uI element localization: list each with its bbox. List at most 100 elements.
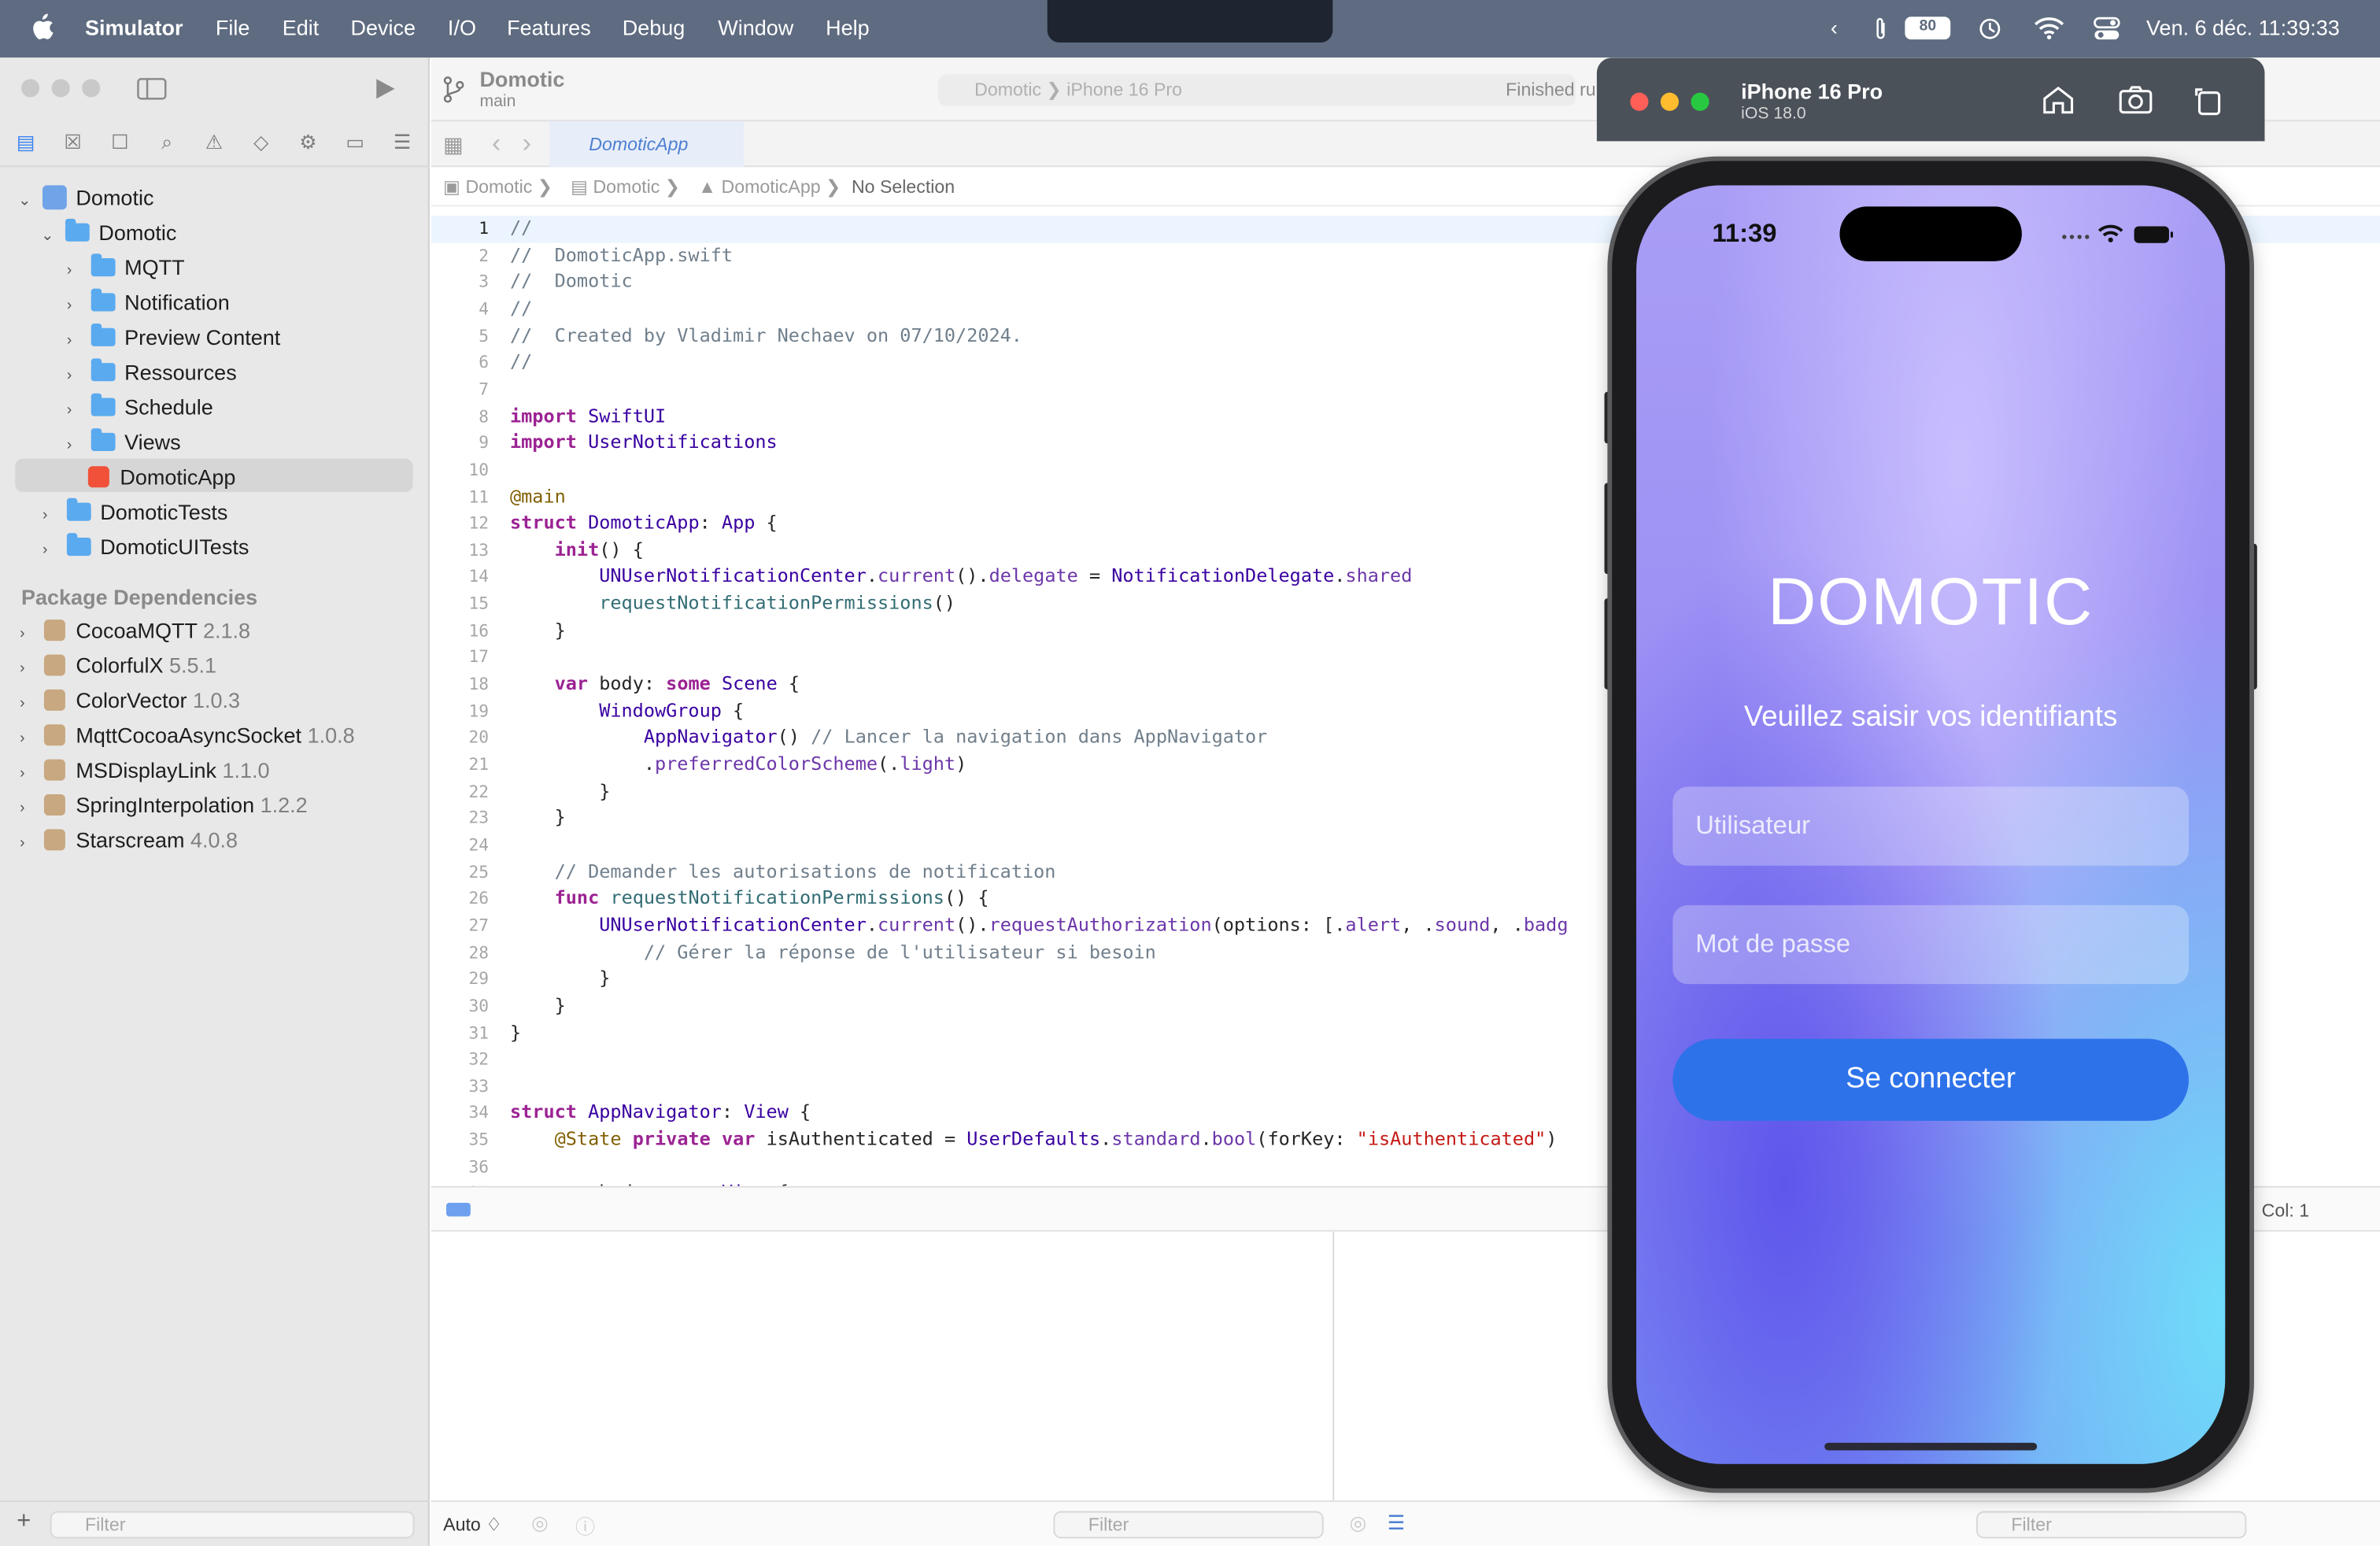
chevron-right-icon[interactable]: ›	[67, 368, 82, 384]
clock-icon[interactable]	[1978, 17, 2002, 41]
run-icon[interactable]	[375, 77, 396, 100]
tree-item-folder[interactable]: › DomoticUITests	[42, 530, 249, 563]
tree-item-folder[interactable]: › DomoticTests	[42, 495, 227, 528]
grid-icon[interactable]: ▦	[443, 132, 464, 158]
login-button[interactable]: Se connecter	[1672, 1038, 2190, 1121]
chevron-right-icon[interactable]: ›	[42, 508, 57, 523]
source-control-icon[interactable]: ☒	[61, 131, 85, 155]
menu-io[interactable]: I/O	[448, 15, 476, 39]
variables-scope-select[interactable]: Auto ♢	[443, 1515, 502, 1536]
menu-window[interactable]: Window	[718, 15, 793, 39]
tree-item-folder[interactable]: › Views	[67, 425, 181, 458]
menu-edit[interactable]: Edit	[283, 15, 320, 39]
window-zoom-button[interactable]	[82, 79, 101, 98]
chevron-down-icon[interactable]: ⌄	[41, 228, 56, 244]
package-item[interactable]: › SpringInterpolation 1.2.2	[20, 788, 308, 821]
chevron-right-icon[interactable]: ›	[20, 661, 35, 677]
home-indicator[interactable]	[1824, 1442, 2038, 1451]
chevron-right-icon[interactable]: ›	[20, 627, 35, 642]
tree-item-folder[interactable]: › Ressources	[67, 355, 237, 388]
screenshot-icon[interactable]	[2119, 85, 2153, 116]
password-field[interactable]: Mot de passe	[1672, 904, 2190, 985]
menu-debug[interactable]: Debug	[623, 15, 686, 39]
menu-file[interactable]: File	[216, 15, 250, 39]
apple-icon[interactable]	[31, 13, 55, 41]
menu-help[interactable]: Help	[826, 15, 870, 39]
window-minimize-button[interactable]	[51, 79, 70, 98]
console-toggle-icon[interactable]: ☰	[1388, 1511, 1405, 1536]
tree-item-folder[interactable]: › Preview Content	[67, 320, 280, 353]
breadcrumb-item[interactable]: ▲ DomoticApp ❯	[698, 167, 841, 206]
console-filter-input[interactable]: Filter	[1976, 1511, 2247, 1539]
test-icon[interactable]: ◇	[249, 131, 273, 155]
paperclip-icon[interactable]	[1873, 17, 1888, 41]
eye-icon[interactable]: ◎	[531, 1511, 549, 1536]
package-item[interactable]: › ColorfulX 5.5.1	[20, 649, 216, 682]
chevron-right-icon[interactable]: ›	[20, 836, 35, 852]
menu-device[interactable]: Device	[351, 15, 416, 39]
chevron-right-icon[interactable]: ›	[67, 403, 82, 419]
sidebar-toggle-icon[interactable]	[137, 77, 168, 100]
tree-item-group[interactable]: ⌄ Domotic	[41, 216, 176, 249]
warning-icon[interactable]: ⚠	[202, 131, 227, 155]
search-icon[interactable]: ⌕	[155, 131, 179, 155]
console-divider[interactable]	[1332, 1231, 1335, 1546]
branch-name[interactable]: main	[479, 93, 516, 111]
branch-icon[interactable]	[443, 76, 464, 103]
eye-icon[interactable]: ◎	[1350, 1511, 1367, 1536]
simulator-minimize-button[interactable]	[1660, 92, 1680, 111]
simulator-close-button[interactable]	[1630, 92, 1649, 111]
bookmark-icon[interactable]: ☐	[108, 131, 132, 155]
breadcrumb-item[interactable]: No Selection	[852, 167, 955, 206]
menu-app-name[interactable]: Simulator	[85, 15, 183, 39]
package-item[interactable]: › ColorVector 1.0.3	[20, 683, 240, 716]
scheme-name[interactable]: Domotic	[479, 67, 564, 91]
folder-navigator-icon[interactable]: ▤	[13, 131, 38, 155]
wifi-icon[interactable]	[2034, 17, 2064, 39]
tree-item-folder[interactable]: › Notification	[67, 286, 230, 319]
variables-filter-input[interactable]: Filter	[1053, 1511, 1324, 1539]
report-icon[interactable]: ☰	[390, 131, 415, 155]
chevron-left-icon[interactable]: ‹	[1831, 15, 1838, 39]
tree-item-folder[interactable]: › Schedule	[67, 390, 213, 423]
navigator-filter-input[interactable]: Filter	[50, 1511, 415, 1539]
chevron-down-icon[interactable]: ⌄	[18, 194, 33, 209]
breakpoint-toggle-icon[interactable]	[446, 1203, 471, 1217]
chevron-right-icon[interactable]: ›	[42, 543, 57, 559]
tree-item-file-selected[interactable]: DomoticApp	[87, 460, 235, 494]
chevron-right-icon[interactable]: ›	[67, 264, 82, 279]
rotate-icon[interactable]	[2192, 85, 2225, 116]
back-icon[interactable]: ‹	[492, 128, 501, 160]
chevron-right-icon[interactable]: ›	[67, 298, 82, 314]
tree-item-project[interactable]: ⌄ Domotic	[18, 181, 153, 214]
chevron-right-icon[interactable]: ›	[67, 438, 82, 454]
breadcrumb-item[interactable]: ▤ Domotic ❯	[571, 167, 680, 206]
menu-features[interactable]: Features	[507, 15, 591, 39]
tab-domoticapp[interactable]: DomoticApp	[549, 121, 745, 168]
menubar-datetime[interactable]: Ven. 6 déc. 11:39:33	[2146, 15, 2340, 39]
forward-icon[interactable]: ›	[522, 128, 531, 160]
add-icon[interactable]: +	[17, 1508, 31, 1536]
chevron-right-icon[interactable]: ›	[20, 766, 35, 782]
control-center-icon[interactable]	[2094, 17, 2121, 41]
simulator-zoom-button[interactable]	[1691, 92, 1709, 111]
chevron-right-icon[interactable]: ›	[20, 731, 35, 747]
window-close-button[interactable]	[21, 79, 40, 98]
package-item[interactable]: › CocoaMQTT 2.1.8	[20, 613, 250, 646]
package-item[interactable]: › MSDisplayLink 1.1.0	[20, 753, 269, 786]
run-destination[interactable]: Domotic ❯ iPhone 16 Pro	[937, 74, 1576, 107]
chevron-right-icon[interactable]: ›	[20, 697, 35, 712]
tree-item-label: Views	[124, 429, 181, 454]
package-item[interactable]: › MqttCocoaAsyncSocket 1.0.8	[20, 719, 355, 752]
battery-icon[interactable]: 80	[1905, 17, 1951, 40]
home-icon[interactable]	[2042, 85, 2075, 116]
username-field[interactable]: Utilisateur	[1672, 786, 2190, 866]
chevron-right-icon[interactable]: ›	[67, 333, 82, 349]
chevron-right-icon[interactable]: ›	[20, 801, 35, 817]
tree-item-folder[interactable]: › MQTT	[67, 250, 185, 283]
breadcrumb-item[interactable]: ▣ Domotic ❯	[443, 167, 552, 206]
info-icon[interactable]: ⓘ	[575, 1511, 595, 1540]
debug-icon[interactable]: ⚙	[296, 131, 320, 155]
breakpoint-icon[interactable]: ▭	[343, 131, 368, 155]
package-item[interactable]: › Starscream 4.0.8	[20, 823, 238, 856]
